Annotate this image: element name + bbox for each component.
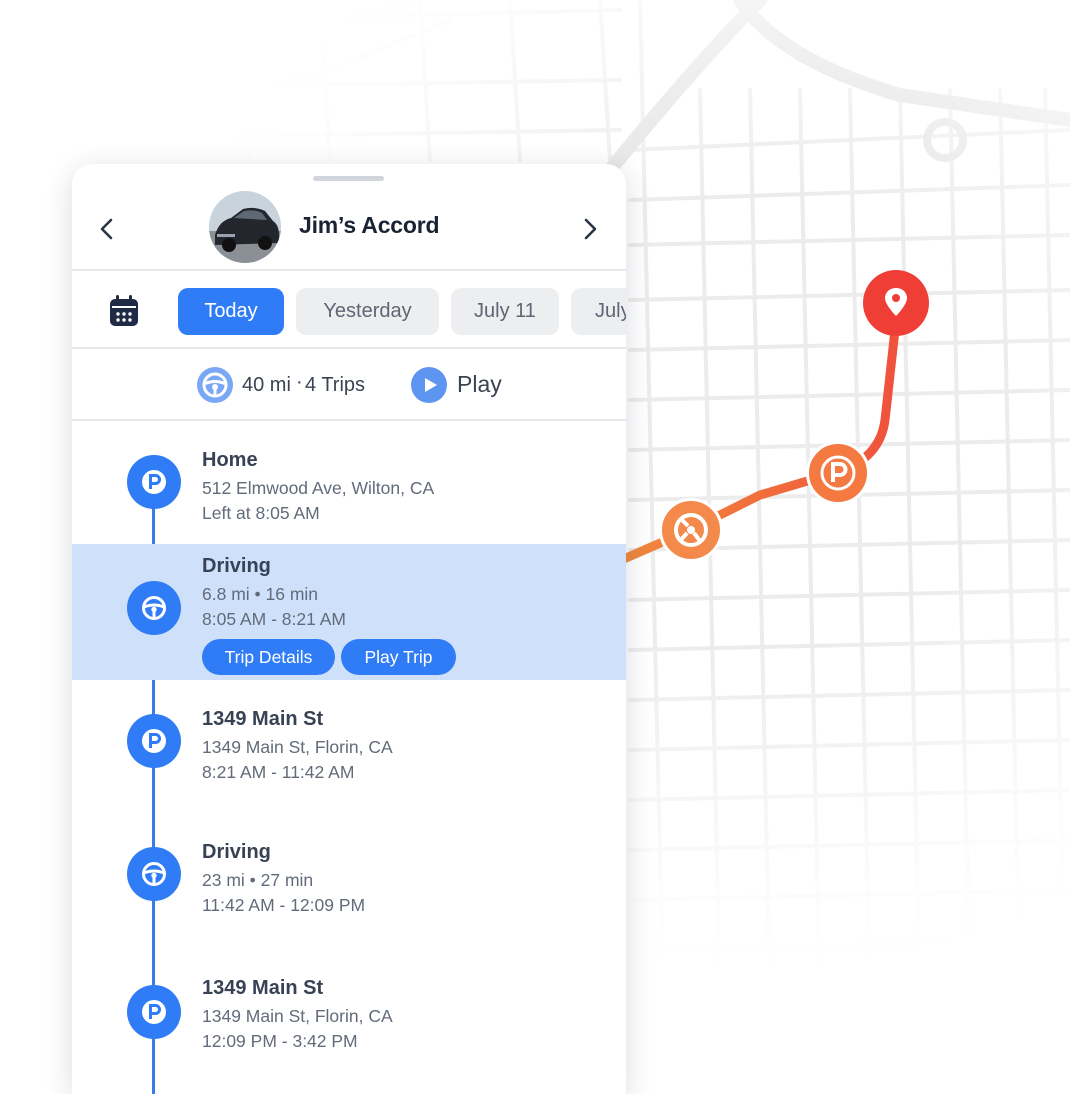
play-trip-button[interactable]: Play Trip [341,639,456,675]
summary-distance: 40 mi [242,374,291,396]
item-time: 8:21 AM - 11:42 AM [202,762,355,782]
timeline-item-driving[interactable]: Driving 23 mi • 27 min 11:42 AM - 12:09 … [72,816,626,938]
summary-separator: · [296,371,303,393]
play-all-button[interactable]: Play [457,371,502,398]
item-title: 1349 Main St [202,977,324,999]
previous-vehicle-button[interactable] [92,214,122,244]
vehicle-title: Jim’s Accord [299,212,440,238]
chevron-left-icon [100,218,113,240]
location-pin-icon [885,288,907,316]
calendar-icon[interactable] [109,295,139,327]
vehicle-avatar [209,191,281,263]
timeline-item-parked[interactable]: 1349 Main St 1349 Main St, Florin, CA 12… [72,951,626,1073]
next-vehicle-button[interactable] [575,214,605,244]
map-marker-destination[interactable] [863,270,929,336]
item-time: 11:42 AM - 12:09 PM [202,895,366,915]
parking-icon [127,714,181,768]
vehicle-header: Jim’s Accord [72,188,626,270]
parking-icon [127,455,181,509]
map-marker-parking[interactable] [806,441,870,505]
timeline-item-driving-selected[interactable]: Driving 6.8 mi • 16 min 8:05 AM - 8:21 A… [72,544,626,680]
chevron-right-icon [584,218,597,240]
trip-timeline: Home 512 Elmwood Ave, Wilton, CA Left at… [72,421,626,1094]
tab-july-11[interactable]: July 11 [451,288,559,335]
summary-steering-wheel-icon [197,367,233,403]
steering-wheel-icon [127,581,181,635]
play-icon[interactable] [411,367,447,403]
item-distance-duration: 6.8 mi • 16 min [202,584,319,604]
item-time: 8:05 AM - 8:21 AM [202,609,346,629]
map-marker-driving[interactable] [659,498,723,562]
trip-summary: 40 mi · 4 Trips Play [72,349,626,419]
timeline-item-parked[interactable]: 1349 Main St 1349 Main St, Florin, CA 8:… [72,680,626,802]
parking-icon [820,455,856,491]
item-time: 12:09 PM - 3:42 PM [202,1031,358,1051]
trip-details-button[interactable]: Trip Details [202,639,335,675]
summary-trips: 4 Trips [305,374,366,396]
item-title: Home [202,449,258,471]
steering-wheel-icon [127,847,181,901]
trip-panel: Jim’s Accord Today Yesterday July 11 Jul… [72,164,626,1094]
timeline-item-home[interactable]: Home 512 Elmwood Ave, Wilton, CA Left at… [72,421,626,543]
date-selector: Today Yesterday July 11 July [72,272,626,347]
item-title: Driving [202,841,271,863]
item-distance-duration: 23 mi • 27 min [202,870,314,890]
trip-actions: Trip Details Play Trip [202,639,602,675]
item-title: Driving [202,555,271,577]
item-title: 1349 Main St [202,708,324,730]
tab-today[interactable]: Today [178,288,284,335]
tab-yesterday[interactable]: Yesterday [296,288,439,335]
item-address: 1349 Main St, Florin, CA [202,1006,393,1026]
item-address: 1349 Main St, Florin, CA [202,737,393,757]
item-time: Left at 8:05 AM [202,503,320,523]
divider [72,269,626,271]
tab-july-more[interactable]: July [571,288,626,335]
drag-handle[interactable] [313,176,384,181]
parking-icon [127,985,181,1039]
steering-wheel-icon [674,513,708,547]
item-address: 512 Elmwood Ave, Wilton, CA [202,478,435,498]
